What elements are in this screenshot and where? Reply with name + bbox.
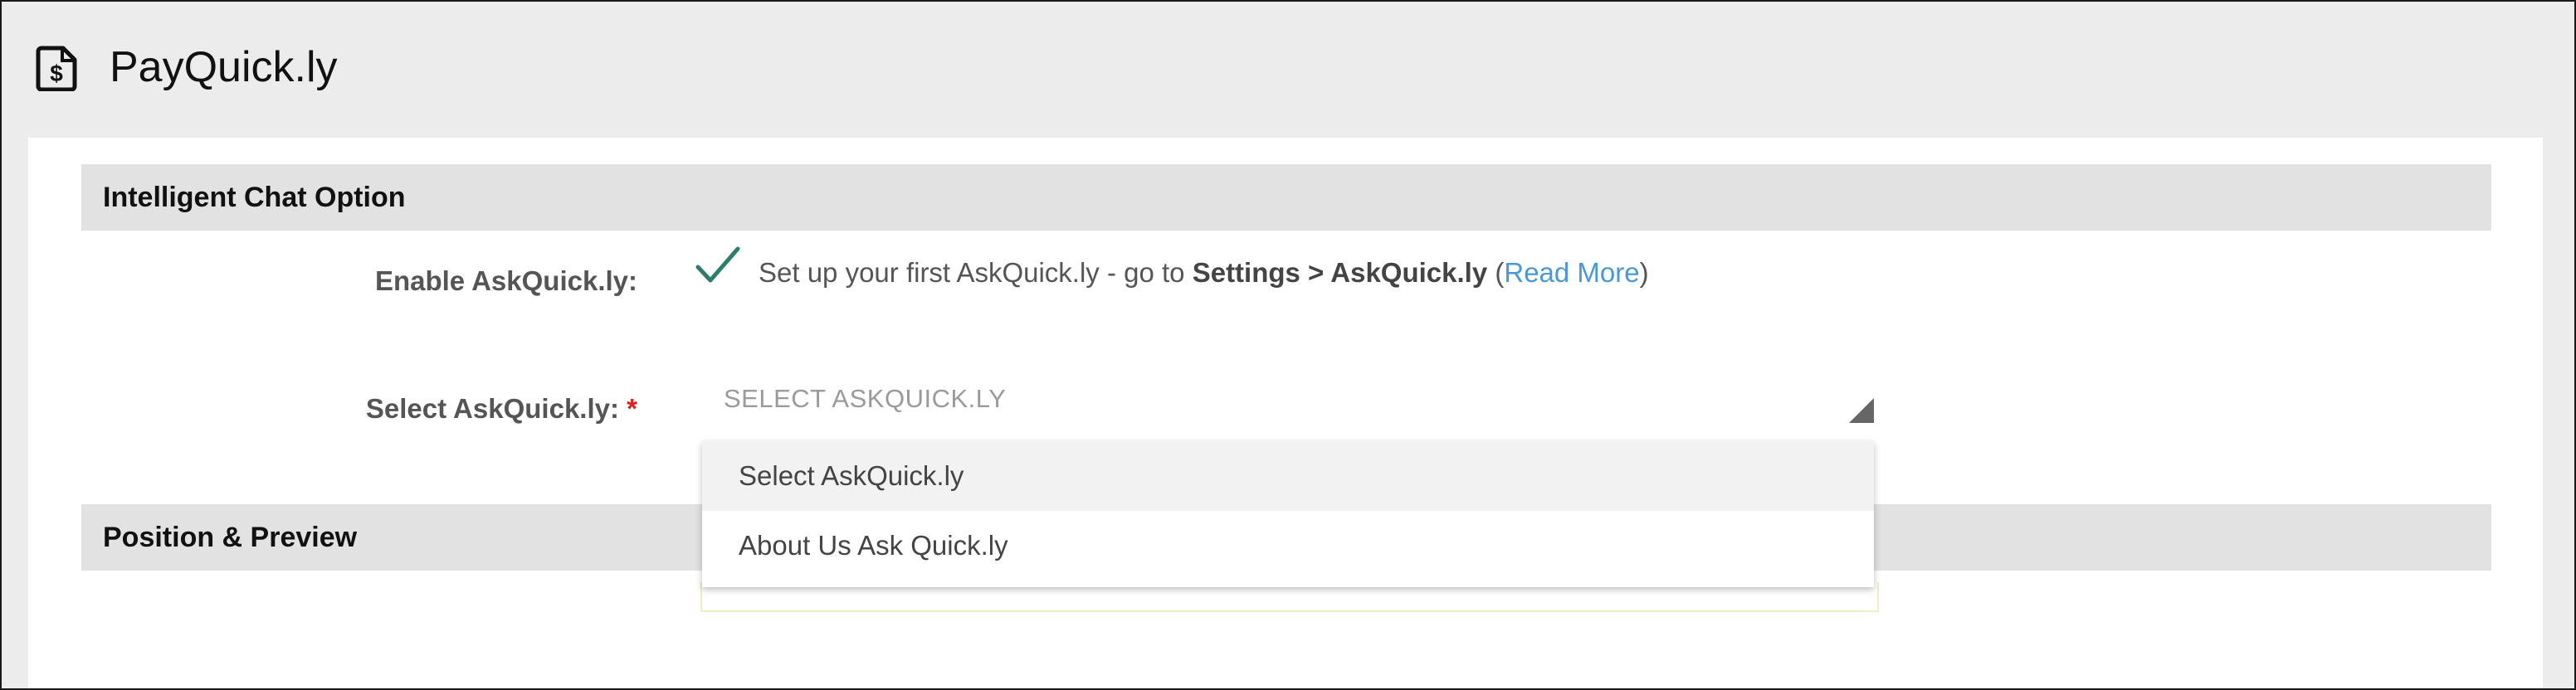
settings-panel: Intelligent Chat Option Enable AskQuick.…	[28, 138, 2543, 688]
enable-help-paren-open: (	[1487, 257, 1505, 288]
section-title: Position & Preview	[103, 522, 358, 553]
select-askquickly-label: Select AskQuick.ly: *	[366, 390, 637, 428]
askquickly-select[interactable]: SELECT ASKQUICK.LY	[702, 373, 1874, 442]
svg-text:$: $	[50, 61, 63, 86]
app-title: PayQuick.ly	[110, 43, 338, 91]
settings-path: Settings > AskQuick.ly	[1192, 257, 1488, 288]
dollar-document-icon: $	[35, 45, 80, 92]
select-placeholder: SELECT ASKQUICK.LY	[724, 384, 1007, 413]
askquickly-dropdown-menu: Select AskQuick.ly About Us Ask Quick.ly	[702, 441, 1874, 587]
read-more-link[interactable]: Read More	[1504, 257, 1639, 288]
section-title: Intelligent Chat Option	[103, 182, 406, 213]
dropdown-option-select[interactable]: Select AskQuick.ly	[702, 441, 1874, 511]
app-header: $ PayQuick.ly	[2, 2, 2574, 138]
enable-help-paren-close: )	[1639, 257, 1649, 288]
enable-help-prefix: Set up your first AskQuick.ly - go to	[759, 257, 1193, 288]
enable-askquickly-label: Enable AskQuick.ly:	[374, 265, 637, 296]
dropdown-option-about-us[interactable]: About Us Ask Quick.ly	[702, 511, 1874, 581]
section-header-chat: Intelligent Chat Option	[81, 164, 2491, 231]
enable-help-text: Set up your first AskQuick.ly - go to Se…	[759, 254, 1649, 292]
checkmark-icon[interactable]	[695, 245, 740, 285]
dropdown-caret-icon[interactable]	[1849, 398, 1874, 423]
app-window: $ PayQuick.ly Intelligent Chat Option En…	[0, 0, 2576, 690]
select-label-text: Select AskQuick.ly:	[365, 393, 619, 424]
required-marker: *	[627, 393, 637, 424]
